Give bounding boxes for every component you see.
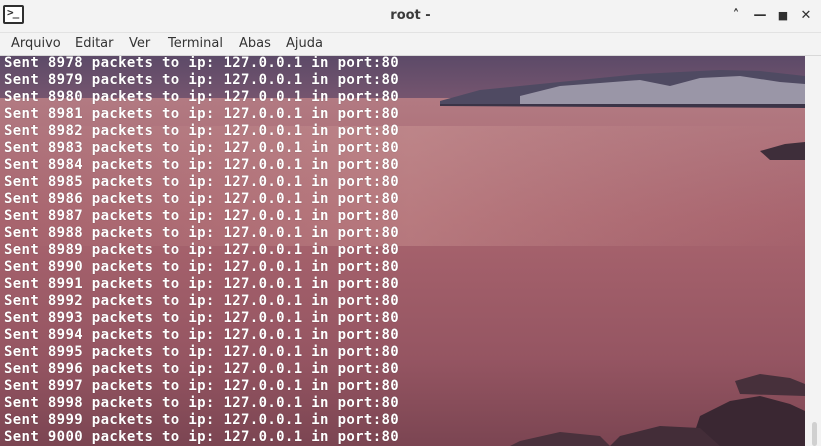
- terminal-line: Sent 8988 packets to ip: 127.0.0.1 in po…: [4, 225, 400, 241]
- menu-ajuda[interactable]: Ajuda: [286, 36, 323, 51]
- close-icon[interactable]: ✕: [796, 5, 816, 27]
- terminal-line: Sent 8985 packets to ip: 127.0.0.1 in po…: [4, 174, 400, 190]
- menu-abas[interactable]: Abas: [239, 36, 271, 51]
- window-title: root -: [390, 8, 431, 23]
- menu-editar[interactable]: Editar: [75, 36, 114, 51]
- menu-terminal[interactable]: Terminal: [168, 36, 223, 51]
- menu-bar: Arquivo Editar Ver Terminal Abas Ajuda: [0, 33, 821, 56]
- title-bar[interactable]: >_ root - ˄ — ■ ✕: [0, 0, 821, 33]
- menu-ver[interactable]: Ver: [129, 36, 150, 51]
- restore-icon[interactable]: —: [750, 5, 770, 27]
- terminal-line: Sent 8984 packets to ip: 127.0.0.1 in po…: [4, 157, 400, 173]
- terminal-line: Sent 8987 packets to ip: 127.0.0.1 in po…: [4, 208, 400, 224]
- terminal-line: Sent 8982 packets to ip: 127.0.0.1 in po…: [4, 123, 400, 139]
- terminal-line: Sent 8997 packets to ip: 127.0.0.1 in po…: [4, 378, 400, 394]
- terminal-line: Sent 8986 packets to ip: 127.0.0.1 in po…: [4, 191, 400, 207]
- terminal-line: Sent 8980 packets to ip: 127.0.0.1 in po…: [4, 89, 400, 105]
- terminal-window: >_ root - ˄ — ■ ✕ Arquivo Editar Ver Ter…: [0, 0, 821, 446]
- menu-arquivo[interactable]: Arquivo: [11, 36, 61, 51]
- terminal-line: Sent 8979 packets to ip: 127.0.0.1 in po…: [4, 72, 400, 88]
- scrollbar-thumb[interactable]: [812, 422, 817, 446]
- terminal-line: Sent 8992 packets to ip: 127.0.0.1 in po…: [4, 293, 400, 309]
- terminal-output: Sent 8978 packets to ip: 127.0.0.1 in po…: [4, 56, 399, 446]
- terminal-line: Sent 8996 packets to ip: 127.0.0.1 in po…: [4, 361, 400, 377]
- terminal-line: Sent 8999 packets to ip: 127.0.0.1 in po…: [4, 412, 400, 428]
- terminal-line: Sent 8991 packets to ip: 127.0.0.1 in po…: [4, 276, 400, 292]
- terminal-line: Sent 8989 packets to ip: 127.0.0.1 in po…: [4, 242, 400, 258]
- minimize-icon[interactable]: ˄: [726, 5, 746, 27]
- terminal-line: Sent 8998 packets to ip: 127.0.0.1 in po…: [4, 395, 400, 411]
- terminal-line: Sent 8978 packets to ip: 127.0.0.1 in po…: [4, 56, 400, 71]
- terminal-line: Sent 8993 packets to ip: 127.0.0.1 in po…: [4, 310, 400, 326]
- maximize-icon[interactable]: ■: [773, 5, 793, 27]
- terminal-line: Sent 9000 packets to ip: 127.0.0.1 in po…: [4, 429, 400, 445]
- terminal-line: Sent 8983 packets to ip: 127.0.0.1 in po…: [4, 140, 400, 156]
- terminal-area[interactable]: Sent 8978 packets to ip: 127.0.0.1 in po…: [0, 56, 821, 446]
- terminal-line: Sent 8995 packets to ip: 127.0.0.1 in po…: [4, 344, 400, 360]
- terminal-line: Sent 8990 packets to ip: 127.0.0.1 in po…: [4, 259, 400, 275]
- terminal-line: Sent 8994 packets to ip: 127.0.0.1 in po…: [4, 327, 400, 343]
- terminal-line: Sent 8981 packets to ip: 127.0.0.1 in po…: [4, 106, 400, 122]
